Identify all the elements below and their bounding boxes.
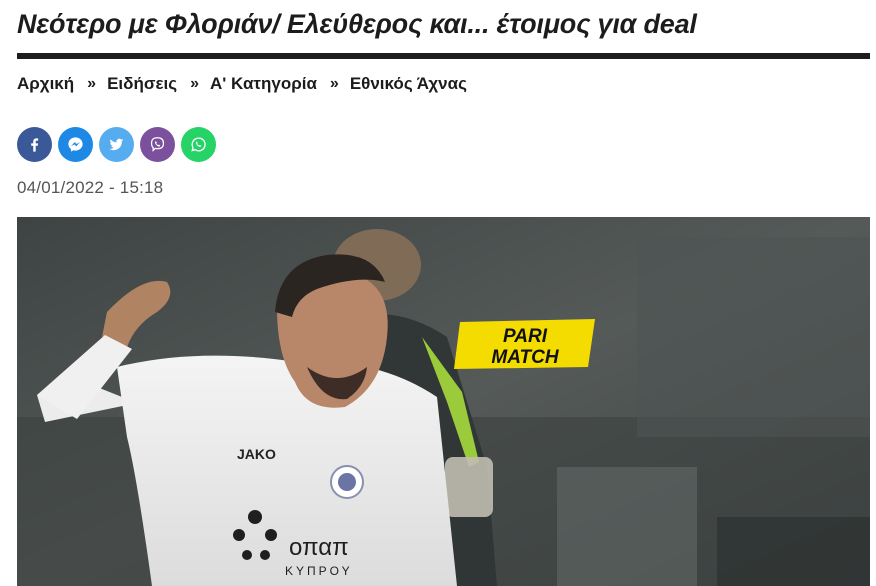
- share-messenger-button[interactable]: [58, 127, 93, 162]
- sponsor-logo: PARI MATCH: [454, 319, 595, 369]
- share-whatsapp-button[interactable]: [181, 127, 216, 162]
- svg-text:ΚΥΠΡΟΥ: ΚΥΠΡΟΥ: [285, 564, 353, 578]
- svg-text:JAKO: JAKO: [237, 446, 276, 462]
- breadcrumb-category[interactable]: Α' Κατηγορία: [210, 74, 317, 94]
- article-image: PARI MATCH JAKO οπαπ ΚΥΠΡΟΥ: [17, 217, 870, 586]
- svg-text:MATCH: MATCH: [491, 347, 559, 368]
- facebook-icon: [31, 138, 39, 152]
- twitter-icon: [109, 138, 124, 151]
- breadcrumb-team[interactable]: Εθνικός Άχνας: [350, 74, 467, 94]
- article-title: Νεότερο με Φλοριάν/ Ελεύθερος και... έτο…: [17, 9, 697, 39]
- share-twitter-button[interactable]: [99, 127, 134, 162]
- breadcrumb-separator: »: [190, 75, 199, 92]
- publish-date: 04/01/2022 - 15:18: [17, 178, 164, 197]
- title-divider: [17, 53, 870, 59]
- share-buttons: [17, 127, 216, 162]
- svg-text:οπαπ: οπαπ: [289, 534, 349, 561]
- breadcrumb-separator: »: [87, 75, 96, 92]
- breadcrumb-home[interactable]: Αρχική: [17, 74, 74, 94]
- messenger-icon: [68, 137, 83, 152]
- viber-icon: [150, 137, 165, 152]
- share-viber-button[interactable]: [140, 127, 175, 162]
- svg-text:PARI: PARI: [503, 326, 548, 347]
- share-facebook-button[interactable]: [17, 127, 52, 162]
- breadcrumb: Αρχική » Ειδήσεις » Α' Κατηγορία » Εθνικ…: [17, 74, 467, 94]
- whatsapp-icon: [191, 137, 206, 152]
- breadcrumb-separator: »: [329, 75, 339, 92]
- breadcrumb-news[interactable]: Ειδήσεις: [107, 74, 177, 94]
